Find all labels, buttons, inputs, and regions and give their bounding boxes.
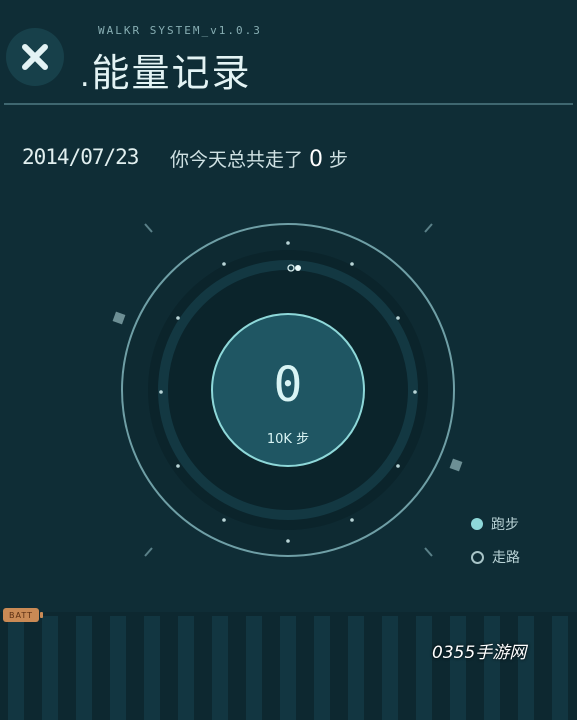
activity-bars (0, 612, 577, 720)
legend-run-label: 跑步 (491, 517, 519, 533)
dial-marker-left (112, 311, 126, 325)
battery-icon: BATT (3, 608, 43, 622)
step-count-value: 0 (273, 357, 303, 413)
dial-marker-right (449, 458, 463, 472)
legend-walk-label: 走路 (492, 550, 520, 566)
watermark: 0355手游网 (432, 643, 527, 663)
step-goal-label: 10K 步 (266, 432, 310, 447)
run-dot-icon (471, 518, 483, 530)
battery-label: BATT (9, 610, 33, 620)
progress-start-dot (295, 265, 301, 271)
legend-run: 跑步 (471, 514, 519, 534)
legend-walk: 走路 (471, 547, 520, 567)
walk-circle-icon (471, 550, 484, 564)
